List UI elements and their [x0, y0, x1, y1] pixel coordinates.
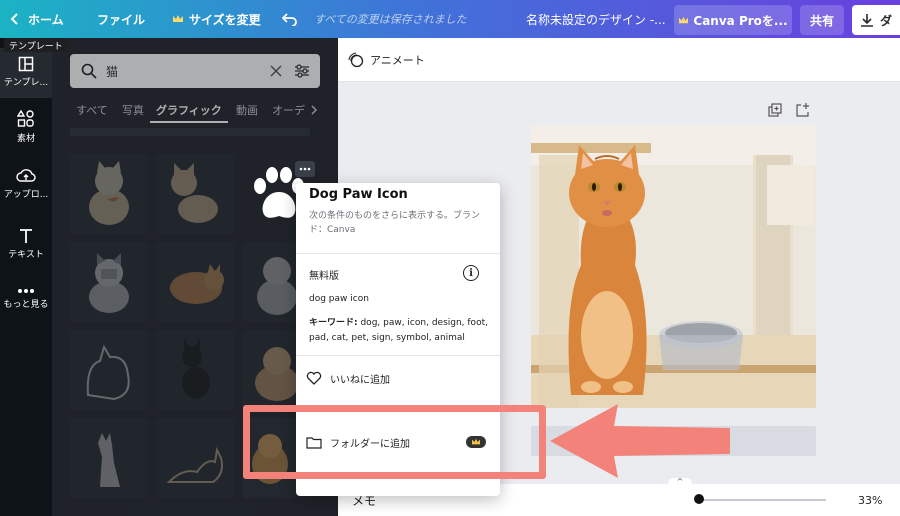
design-title[interactable]: 名称未設定のデザイン -...	[526, 0, 666, 38]
home-label: ホーム	[28, 12, 64, 27]
crown-icon	[679, 16, 689, 23]
rail-item-uploads[interactable]: アップロ...	[0, 168, 52, 208]
cat-photo	[531, 125, 816, 408]
rail-label: アップロ...	[3, 190, 49, 200]
rail-label: テキスト	[8, 250, 44, 260]
tooltip: テンプレート	[4, 38, 68, 52]
popup-description[interactable]: 次の条件のものをさらに表示する。ブランド：Canva	[309, 209, 487, 237]
annotation-arrow-icon	[550, 404, 730, 478]
heart-icon	[306, 371, 322, 385]
upload-icon	[16, 169, 36, 182]
divider	[296, 253, 500, 254]
zoom-level[interactable]: 33%	[858, 494, 882, 507]
text-icon	[20, 229, 32, 243]
rail-item-more[interactable]: もっと見る	[0, 288, 52, 328]
download-label: ダ	[880, 13, 893, 28]
zoom-slider[interactable]	[698, 499, 826, 501]
design-page[interactable]	[531, 125, 816, 408]
download-button[interactable]: ダ	[852, 5, 900, 35]
side-rail: テンプレ... 素材 アップロ... テキスト もっと見る	[0, 38, 52, 516]
license-label: 無料版	[309, 271, 339, 282]
animate-icon	[348, 51, 364, 67]
rail-label: 素材	[16, 134, 35, 144]
zoom-slider-handle[interactable]	[694, 494, 704, 504]
like-button[interactable]: いいねに追加	[306, 368, 390, 388]
share-button[interactable]: 共有	[800, 5, 844, 35]
undo-icon	[282, 13, 297, 26]
animate-button[interactable]: アニメート	[348, 51, 425, 68]
add-page-icon[interactable]	[796, 102, 810, 117]
info-icon[interactable]: i	[463, 265, 479, 281]
top-bar: ホーム ファイル サイズを変更 すべての変更は保存されました 名称未設定のデザイ…	[0, 0, 900, 38]
template-icon	[18, 56, 34, 72]
divider	[296, 355, 500, 356]
animation-toolbar: アニメート	[338, 38, 900, 82]
undo-button[interactable]	[282, 0, 298, 38]
animate-label: アニメート	[370, 53, 425, 67]
download-icon	[861, 14, 873, 27]
resize-button[interactable]: サイズを変更	[172, 0, 261, 38]
canva-pro-button[interactable]: Canva Proを...	[674, 5, 792, 35]
resize-label: サイズを変更	[189, 12, 261, 27]
more-options-button[interactable]	[295, 161, 315, 177]
crown-icon	[173, 15, 183, 22]
rail-item-templates[interactable]: テンプレ...	[0, 48, 52, 98]
like-label: いいねに追加	[330, 374, 390, 386]
home-button[interactable]: ホーム	[10, 0, 64, 38]
annotation-highlight-box	[243, 405, 546, 479]
item-name: dog paw icon	[309, 294, 369, 304]
save-status: すべての変更は保存されました	[314, 13, 467, 26]
more-horizontal-icon	[299, 167, 311, 171]
rail-label: テンプレ...	[3, 78, 49, 88]
chevron-left-icon	[10, 13, 18, 25]
rail-item-text[interactable]: テキスト	[0, 228, 52, 268]
pro-button-label: Canva Proを...	[693, 13, 788, 28]
file-menu[interactable]: ファイル	[97, 0, 145, 38]
rail-item-elements[interactable]: 素材	[0, 110, 52, 150]
keywords-label: キーワード:	[309, 318, 358, 328]
more-icon	[18, 289, 34, 293]
duplicate-page-icon[interactable]	[768, 103, 782, 117]
popup-title: Dog Paw Icon	[309, 187, 408, 202]
rail-label: もっと見る	[3, 300, 49, 310]
keywords: キーワード: dog, paw, icon, design, foot, pad…	[309, 316, 491, 346]
elements-icon	[17, 110, 34, 127]
